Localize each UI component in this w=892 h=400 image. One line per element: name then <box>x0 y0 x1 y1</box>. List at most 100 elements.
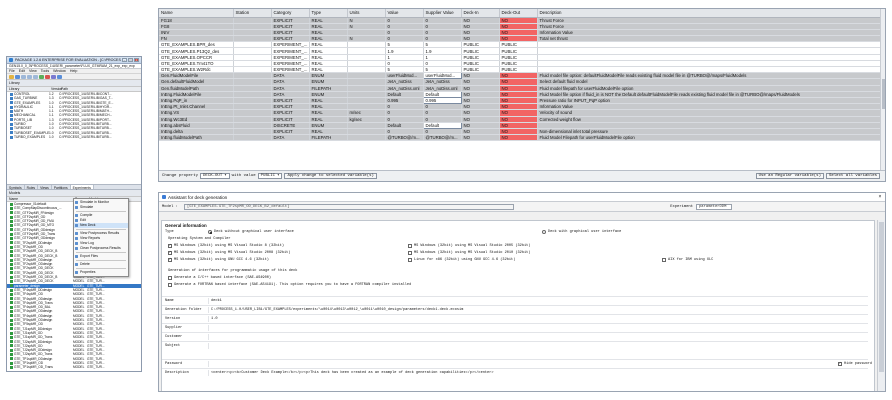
tab-experiments[interactable]: Experiments <box>70 185 94 190</box>
with-value-select[interactable]: PUBLIC ▾ <box>257 173 283 179</box>
menu-view[interactable]: View <box>29 69 37 73</box>
paste-icon[interactable] <box>33 75 38 79</box>
model-icon <box>10 206 13 210</box>
iface-option-fortran[interactable]: Generate a FORTRAN based interface (SAE-… <box>168 283 411 287</box>
tab-rules[interactable]: Rules <box>25 185 39 190</box>
menu-separator <box>76 229 126 230</box>
assistant-icon <box>162 195 166 199</box>
menu-window[interactable]: Window <box>53 69 66 73</box>
column-header-category[interactable]: Category <box>271 9 310 18</box>
select-all-button[interactable]: Select all variables <box>825 173 880 179</box>
lib-col-library[interactable]: Library <box>7 87 49 91</box>
os-option-2[interactable]: ✓ MS Windows (32bit) using MS Visual Stud… <box>168 251 290 255</box>
search-variables-button[interactable]: Use an Regular variable(s) <box>755 173 824 179</box>
context-menu-item[interactable]: Delete <box>74 262 128 267</box>
os-option-4[interactable]: ✓ MS Windows (32bit) using GNU GCC 4.6 (3… <box>168 258 269 262</box>
model-icon <box>10 241 13 245</box>
tab-symbols[interactable]: Symbols <box>7 185 25 190</box>
menu-edit[interactable]: Edit <box>19 69 25 73</box>
library-icon <box>10 131 13 135</box>
field-input[interactable]: <center><p><b>Customer Deck Example</b><… <box>208 369 868 376</box>
tab-partitions[interactable]: Partitions <box>52 185 71 190</box>
lib-col-path[interactable]: Path <box>59 87 68 91</box>
library-row[interactable]: TURBO_EXAMPLES 1.0 C:\PROCESS_1\USER\LIB\T… <box>7 135 141 139</box>
copy-icon[interactable] <box>27 75 32 79</box>
assistant-titlebar: Assistant for deck generation × <box>159 193 885 202</box>
field-input[interactable]: C:/PROCESS_1.0/USER_LIB1/GTE_EXAMPLES/ex… <box>208 306 868 313</box>
tab-views[interactable]: Views <box>38 185 52 190</box>
menu-tools[interactable]: Tools <box>41 69 49 73</box>
context-menu-item[interactable]: Simulate <box>74 205 128 210</box>
menu-item-icon <box>75 206 78 209</box>
close-icon[interactable]: × <box>134 58 139 62</box>
menu-file[interactable]: File <box>9 69 15 73</box>
change-property-label: Change property <box>162 174 199 178</box>
change-property-select[interactable]: DECK-OUT ▾ <box>200 173 230 179</box>
close-icon[interactable]: × <box>875 194 885 200</box>
table-row[interactable]: InEng.fluidModelPath DATA FILEPATH @TURBO@/… <box>159 134 885 142</box>
run-icon[interactable] <box>39 75 44 79</box>
column-header-type[interactable]: Type <box>309 9 348 18</box>
experiment-field[interactable]: parameterDDM <box>696 203 732 210</box>
os-option-0[interactable]: ✓ MS Windows (32bit) using MS Visual Stud… <box>168 244 284 248</box>
column-header-station[interactable]: Station <box>233 9 272 18</box>
type-radio-with-gui[interactable]: Deck with graphical user interface <box>542 230 621 234</box>
model-col-name[interactable]: Name <box>7 197 73 201</box>
type-radio-no-gui[interactable]: Deck without graphical user interface <box>208 230 294 234</box>
deck-variables-panel: Name Station Category Type Units Value Supplie… <box>158 8 886 182</box>
os-option-1[interactable]: MS Windows (32bit) using MS Visual Studi… <box>408 244 530 248</box>
cut-icon[interactable] <box>21 75 26 79</box>
menu-item-label: Properties <box>80 270 96 274</box>
context-menu-item[interactable]: Properties <box>74 270 128 275</box>
hide-password-checkbox[interactable]: ✓ Hide password <box>838 362 872 366</box>
settings-icon[interactable] <box>51 75 56 79</box>
field-input[interactable]: deck1 <box>208 297 868 304</box>
checkbox-icon: ✓ <box>838 362 842 366</box>
column-header-deck-out[interactable]: Deck-Out <box>499 9 538 18</box>
lib-col-version[interactable]: Version <box>49 87 62 91</box>
cell-deck-out[interactable]: NO <box>499 134 538 142</box>
field-input[interactable] <box>208 324 868 331</box>
os-option-6[interactable]: AIX for IBM using XLC <box>662 258 713 262</box>
experiment-label: Experiment <box>670 204 693 209</box>
column-header-deck-in[interactable]: Deck-In <box>461 9 500 18</box>
field-row-description: Description <center><p><b>Customer Deck E… <box>162 368 868 376</box>
maximize-icon[interactable]: □ <box>128 58 133 62</box>
table-vertical-scrollbar[interactable] <box>880 9 885 171</box>
column-header-description[interactable]: Description <box>537 9 885 18</box>
os-option-5[interactable]: Linux for x86 (32bit) using GNU GCC 4.6 … <box>408 258 515 262</box>
model-row[interactable]: GTE_TP1spMR_OD_Trans MODEL GTE_TUR... <box>7 365 141 369</box>
context-menu-item[interactable]: Clean Postprocess Results <box>74 246 128 251</box>
context-menu-item[interactable]: New Deck <box>74 223 128 228</box>
assistant-vertical-scrollbar[interactable] <box>877 220 885 391</box>
scroll-thumb[interactable] <box>882 79 885 109</box>
context-menu-item[interactable]: Export Files <box>74 254 128 259</box>
scroll-thumb[interactable] <box>879 222 884 372</box>
assistant-title: Assistant for deck generation <box>168 194 228 200</box>
stop-icon[interactable] <box>45 75 50 79</box>
save-icon[interactable] <box>15 75 20 79</box>
field-input[interactable] <box>208 360 868 367</box>
column-header-supplier-value[interactable]: Supplier Value <box>423 9 462 18</box>
model-field[interactable]: [GTE_EXAMPLES.GTE_TF2spMR_OD_DECK_B2_def… <box>183 203 514 210</box>
field-input[interactable] <box>208 333 868 340</box>
menu-separator <box>76 252 126 253</box>
column-header-value[interactable]: Value <box>385 9 424 18</box>
menu-item-icon <box>75 271 78 274</box>
menu-help[interactable]: Help <box>70 69 77 73</box>
os-option-3[interactable]: MS Windows (32bit) using MS Visual Studi… <box>408 251 530 255</box>
column-header-units[interactable]: Units <box>347 9 386 18</box>
iface-option-c[interactable]: Generate a C/C++ based interface (SAE-AS… <box>168 276 271 280</box>
minimize-icon[interactable]: – <box>122 58 127 62</box>
model-icon <box>10 305 13 309</box>
menu-item-label: Edit <box>80 218 86 222</box>
help-icon[interactable] <box>57 75 62 79</box>
apply-change-button[interactable]: Apply change to selected variable(s) <box>284 173 377 179</box>
field-input[interactable] <box>208 342 868 349</box>
cell-deck-in[interactable]: NO <box>461 134 500 142</box>
field-input[interactable]: 1.0 <box>208 315 868 322</box>
model-icon <box>10 322 13 326</box>
open-icon[interactable] <box>9 75 14 79</box>
column-header-name[interactable]: Name <box>159 9 234 18</box>
field-label: Supplier <box>165 325 183 330</box>
